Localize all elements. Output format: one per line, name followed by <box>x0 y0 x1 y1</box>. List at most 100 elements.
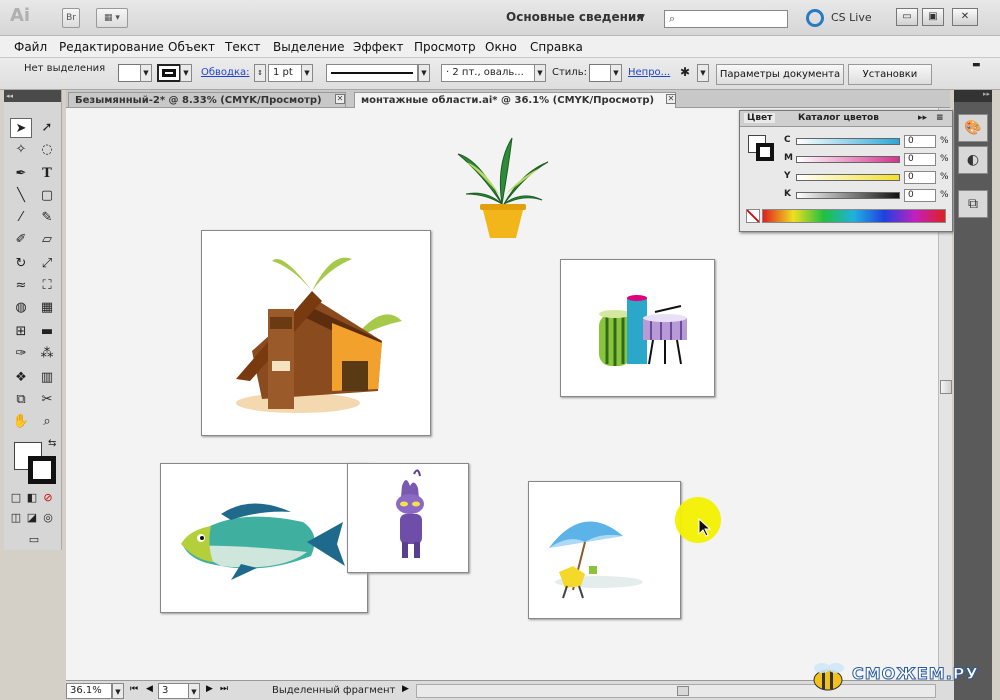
mesh-tool-icon[interactable]: ⊞ <box>10 322 32 342</box>
fill-color-swatch[interactable] <box>118 64 142 82</box>
search-input[interactable]: ⌕ <box>664 10 788 28</box>
zoom-tool-icon[interactable]: ⌕ <box>36 412 58 432</box>
close-icon[interactable]: ✕ <box>666 94 676 104</box>
swap-colors-icon[interactable]: ⇆ <box>48 438 56 449</box>
rectangle-tool-icon[interactable]: ▢ <box>36 186 58 206</box>
expand-icon[interactable]: ▸▸ <box>918 113 927 123</box>
fill-dropdown[interactable]: ▼ <box>140 64 152 82</box>
tab-untitled-2[interactable]: Безымянный-2* @ 8.33% (CMYK/Просмотр) <box>68 92 346 108</box>
chevron-down-icon[interactable]: ▼ <box>638 13 645 23</box>
horizontal-scroll-thumb[interactable] <box>677 686 689 696</box>
style-swatch[interactable] <box>589 64 611 82</box>
menu-file[interactable]: Файл <box>14 40 47 54</box>
plant-illustration[interactable] <box>452 134 552 240</box>
artboards-panel-icon[interactable]: ⧉ <box>958 190 988 218</box>
recolor-icon[interactable]: ✱ <box>680 65 690 79</box>
yellow-slider[interactable] <box>796 174 900 181</box>
yellow-value[interactable]: 0 <box>904 171 936 184</box>
stroke-link[interactable]: Обводка: <box>201 67 250 78</box>
panel-menu-icon[interactable]: ≡ <box>936 113 944 123</box>
menu-view[interactable]: Просмотр <box>414 40 476 54</box>
width-tool-icon[interactable]: ≈ <box>10 276 32 296</box>
tab-artboards[interactable]: монтажные области.ai* @ 36.1% (CMYK/Прос… <box>354 92 676 108</box>
panel-menu-icon[interactable]: ▬ <box>972 60 981 70</box>
symbol-sprayer-tool-icon[interactable]: ❖ <box>10 368 32 388</box>
selection-tool-icon[interactable]: ➤ <box>10 118 32 138</box>
maximize-button[interactable]: ▣ <box>922 8 944 26</box>
minimize-button[interactable]: ▭ <box>896 8 918 26</box>
zoom-field[interactable]: 36.1% <box>66 683 112 699</box>
workspace-switcher[interactable]: Основные сведения <box>506 10 644 24</box>
first-artboard-icon[interactable]: ⏮ <box>130 684 138 694</box>
tab-color[interactable]: Цвет <box>744 113 776 123</box>
none-mode-icon[interactable]: ⊘ <box>40 488 56 508</box>
zoom-dropdown[interactable]: ▼ <box>112 683 124 699</box>
preferences-button[interactable]: Установки <box>848 64 932 85</box>
gradient-tool-icon[interactable]: ▬ <box>36 322 58 342</box>
scale-tool-icon[interactable]: ⤢ <box>36 254 58 274</box>
bridge-button[interactable]: Br <box>62 8 80 28</box>
next-artboard-icon[interactable]: ▶ <box>206 684 213 694</box>
artboard-cat[interactable] <box>347 463 469 573</box>
opacity-link[interactable]: Непро... <box>628 67 670 78</box>
stroke-weight-dropdown[interactable]: ▼ <box>301 64 313 82</box>
cslive-icon[interactable] <box>806 9 824 27</box>
recolor-dropdown[interactable]: ▼ <box>697 64 709 82</box>
menu-select[interactable]: Выделение <box>273 40 344 54</box>
brush-dropdown[interactable]: ▼ <box>534 64 546 82</box>
close-icon[interactable]: ✕ <box>335 94 345 104</box>
status-menu-icon[interactable]: ▶ <box>402 684 409 694</box>
shape-builder-tool-icon[interactable]: ◍ <box>10 298 32 318</box>
eyedropper-tool-icon[interactable]: ✑ <box>10 344 32 364</box>
color-guide-icon[interactable]: ◐ <box>958 146 988 174</box>
artboard-umbrella[interactable] <box>528 481 681 619</box>
magic-wand-tool-icon[interactable]: ✧ <box>10 140 32 160</box>
black-slider[interactable] <box>796 192 900 199</box>
screen-mode-icon[interactable]: ▭ <box>22 530 46 550</box>
artboard-tool-icon[interactable]: ⧉ <box>10 390 32 410</box>
arrange-documents-button[interactable]: ▦ ▾ <box>96 8 128 28</box>
menu-object[interactable]: Объект <box>168 40 215 54</box>
style-dropdown[interactable]: ▼ <box>610 64 622 82</box>
blend-tool-icon[interactable]: ⁂ <box>36 344 58 364</box>
last-artboard-icon[interactable]: ⏭ <box>220 684 228 694</box>
artboard-hut[interactable] <box>201 230 431 436</box>
cslive-menu[interactable]: CS Live <box>831 11 872 24</box>
gradient-mode-icon[interactable]: ◧ <box>24 488 40 508</box>
draw-inside-icon[interactable]: ◎ <box>40 508 56 528</box>
color-mode-icon[interactable]: □ <box>8 488 24 508</box>
dock-collapse-icon[interactable]: ▸▸ <box>954 90 992 102</box>
profile-dropdown[interactable]: ▼ <box>418 64 430 82</box>
paintbrush-tool-icon[interactable]: ⁄ <box>10 208 32 228</box>
stroke-color-indicator[interactable] <box>756 143 774 161</box>
previous-artboard-icon[interactable]: ◀ <box>146 684 153 694</box>
line-tool-icon[interactable]: ╲ <box>10 186 32 206</box>
menu-help[interactable]: Справка <box>530 40 583 54</box>
stroke-weight-field[interactable]: 1 pt <box>268 64 302 82</box>
free-transform-tool-icon[interactable]: ⛶ <box>36 276 58 296</box>
magenta-value[interactable]: 0 <box>904 153 936 166</box>
menu-effect[interactable]: Эффект <box>353 40 404 54</box>
magenta-slider[interactable] <box>796 156 900 163</box>
perspective-grid-tool-icon[interactable]: ▦ <box>36 298 58 318</box>
cyan-slider[interactable] <box>796 138 900 145</box>
blob-brush-tool-icon[interactable]: ✐ <box>10 230 32 250</box>
rotate-tool-icon[interactable]: ↻ <box>10 254 32 274</box>
stroke-color-swatch[interactable] <box>157 64 181 82</box>
panel-collapse-icon[interactable]: ◂◂ <box>4 90 61 102</box>
lasso-tool-icon[interactable]: ◌ <box>36 140 58 160</box>
close-button[interactable]: ✕ <box>952 8 978 26</box>
stroke-dropdown[interactable]: ▼ <box>180 64 192 82</box>
type-tool-icon[interactable]: T <box>36 164 58 184</box>
slice-tool-icon[interactable]: ✂ <box>36 390 58 410</box>
stroke-weight-stepper[interactable]: ⇕ <box>254 64 266 82</box>
menu-window[interactable]: Окно <box>485 40 517 54</box>
brush-field[interactable]: · 2 пт., оваль... <box>441 64 535 82</box>
menu-edit[interactable]: Редактирование <box>59 40 164 54</box>
pen-tool-icon[interactable]: ✒ <box>10 164 32 184</box>
color-spectrum[interactable] <box>762 209 946 223</box>
column-graph-tool-icon[interactable]: ▥ <box>36 368 58 388</box>
artboard-dropdown[interactable]: ▼ <box>188 683 200 699</box>
document-settings-button[interactable]: Параметры документа <box>716 64 844 85</box>
draw-behind-icon[interactable]: ◪ <box>24 508 40 528</box>
